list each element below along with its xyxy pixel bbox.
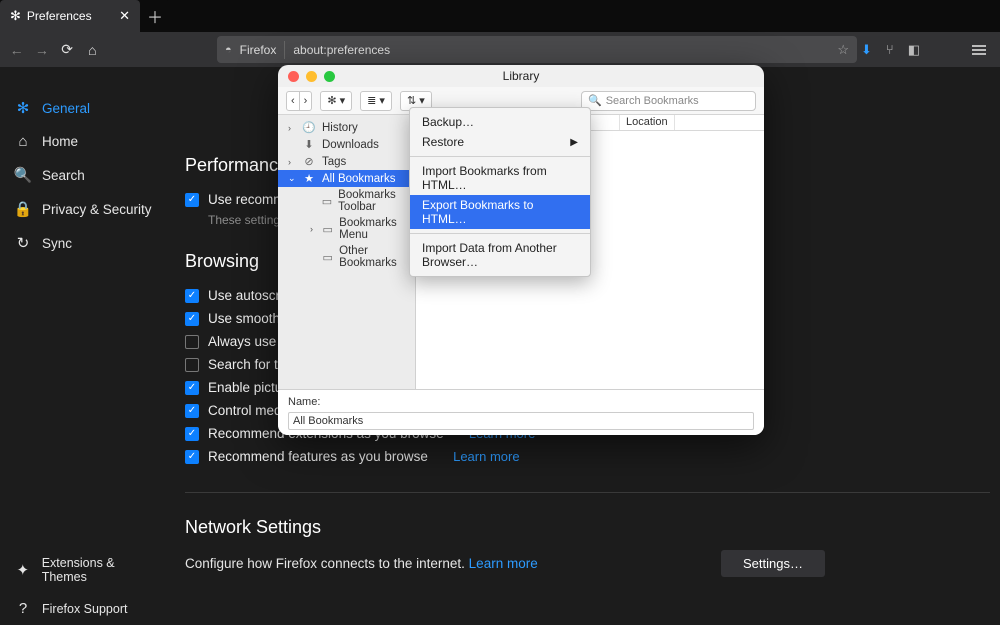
opt-rec-features[interactable]: ✓Recommend features as you browse Learn … xyxy=(185,445,990,468)
tab-title: Preferences xyxy=(27,9,92,23)
sync-icon: ↻ xyxy=(14,234,32,252)
name-label: Name: xyxy=(288,396,754,408)
menu-backup[interactable]: Backup… xyxy=(410,112,590,132)
help-icon: ? xyxy=(14,600,32,617)
sidebar-item-extensions[interactable]: ✦Extensions & Themes xyxy=(0,548,175,592)
download-icon: ⬇ xyxy=(302,138,316,151)
library-forward-button[interactable]: › xyxy=(300,91,313,111)
folder-icon: ▭ xyxy=(322,195,332,208)
reload-button[interactable]: ⟳ xyxy=(57,37,78,63)
downloads-icon[interactable]: ⬇ xyxy=(861,42,872,58)
url-text: about:preferences xyxy=(293,43,390,57)
clock-icon: 🕘 xyxy=(302,121,316,134)
search-icon: 🔍 xyxy=(588,94,602,107)
library-titlebar[interactable]: Library xyxy=(278,65,764,87)
plus-icon: ＋ xyxy=(147,4,163,28)
library-tags[interactable]: ›⊘Tags xyxy=(278,153,415,170)
library-downloads[interactable]: ⬇Downloads xyxy=(278,136,415,153)
folder-icon: ▭ xyxy=(322,251,333,264)
library-details: Name: xyxy=(278,389,764,435)
network-heading: Network Settings xyxy=(185,517,990,538)
firefox-icon: ◓ xyxy=(225,44,232,56)
gear-icon: ✻ xyxy=(14,99,32,117)
lock-icon: 🔒 xyxy=(14,200,32,218)
organize-button[interactable]: ✻ ▾ xyxy=(320,91,352,111)
checkbox-unchecked-icon[interactable] xyxy=(185,335,199,349)
checkbox-unchecked-icon[interactable] xyxy=(185,358,199,372)
preferences-sidebar: ✻General ⌂Home 🔍Search 🔒Privacy & Securi… xyxy=(0,67,175,625)
library-bm-menu[interactable]: ›▭Bookmarks Menu xyxy=(304,215,415,243)
network-desc: Configure how Firefox connects to the in… xyxy=(185,556,538,571)
search-icon: 🔍 xyxy=(14,166,32,184)
menu-restore[interactable]: Restore▶ xyxy=(410,132,590,152)
library-back-button[interactable]: ‹ xyxy=(286,91,300,111)
library-bm-other[interactable]: ▭Other Bookmarks xyxy=(304,243,415,271)
menu-export-html[interactable]: Export Bookmarks to HTML… xyxy=(410,195,590,229)
star-icon: ★ xyxy=(302,172,316,185)
library-history[interactable]: ›🕘History xyxy=(278,119,415,136)
sidebar-item-home[interactable]: ⌂Home xyxy=(0,125,175,158)
library-icon[interactable]: ⑂ xyxy=(886,42,894,57)
home-button[interactable]: ⌂ xyxy=(82,37,103,63)
url-bar[interactable]: ◓ Firefox about:preferences ☆ xyxy=(217,36,857,63)
col-location[interactable]: Location xyxy=(620,115,675,130)
close-tab-icon[interactable]: ✕ xyxy=(119,8,130,24)
gear-icon: ✻ xyxy=(10,8,21,24)
sidebar-toggle-icon[interactable]: ◧ xyxy=(908,42,920,58)
network-settings-button[interactable]: Settings… xyxy=(721,550,825,577)
sidebar-item-sync[interactable]: ↻Sync xyxy=(0,226,175,260)
submenu-arrow-icon: ▶ xyxy=(570,137,578,148)
new-tab-button[interactable]: ＋ xyxy=(140,0,170,32)
checkbox-checked-icon[interactable]: ✓ xyxy=(185,312,199,326)
sidebar-item-search[interactable]: 🔍Search xyxy=(0,158,175,192)
folder-icon: ▭ xyxy=(322,223,333,236)
checkbox-checked-icon[interactable]: ✓ xyxy=(185,404,199,418)
checkbox-checked-icon[interactable]: ✓ xyxy=(185,193,199,207)
library-all-bookmarks[interactable]: ⌄★All Bookmarks xyxy=(278,170,415,187)
checkbox-checked-icon[interactable]: ✓ xyxy=(185,427,199,441)
forward-button[interactable]: → xyxy=(31,37,52,63)
import-export-menu: Backup… Restore▶ Import Bookmarks from H… xyxy=(409,107,591,277)
menu-import-other[interactable]: Import Data from Another Browser… xyxy=(410,238,590,272)
library-sidebar: ›🕘History ⬇Downloads ›⊘Tags ⌄★All Bookma… xyxy=(278,115,416,389)
library-title: Library xyxy=(278,69,764,83)
sidebar-item-support[interactable]: ?Firefox Support xyxy=(0,592,175,625)
puzzle-icon: ✦ xyxy=(14,561,32,579)
browser-tab[interactable]: ✻ Preferences ✕ xyxy=(0,0,140,32)
menu-icon[interactable] xyxy=(972,45,986,55)
sidebar-item-general[interactable]: ✻General xyxy=(0,91,175,125)
menu-import-html[interactable]: Import Bookmarks from HTML… xyxy=(410,161,590,195)
learn-more-link[interactable]: Learn more xyxy=(453,449,519,464)
library-bm-toolbar[interactable]: ▭Bookmarks Toolbar xyxy=(304,187,415,215)
browser-label: Firefox xyxy=(240,43,277,57)
name-field[interactable] xyxy=(288,412,754,430)
home-icon: ⌂ xyxy=(14,133,32,150)
back-button[interactable]: ← xyxy=(6,37,27,63)
checkbox-checked-icon[interactable]: ✓ xyxy=(185,289,199,303)
views-button[interactable]: ≣ ▾ xyxy=(360,91,392,111)
learn-more-link[interactable]: Learn more xyxy=(469,556,538,571)
checkbox-checked-icon[interactable]: ✓ xyxy=(185,450,199,464)
library-search[interactable]: 🔍 Search Bookmarks xyxy=(581,91,756,111)
checkbox-checked-icon[interactable]: ✓ xyxy=(185,381,199,395)
bookmark-star-icon[interactable]: ☆ xyxy=(837,42,849,58)
tags-icon: ⊘ xyxy=(302,155,316,168)
sidebar-item-privacy[interactable]: 🔒Privacy & Security xyxy=(0,192,175,226)
